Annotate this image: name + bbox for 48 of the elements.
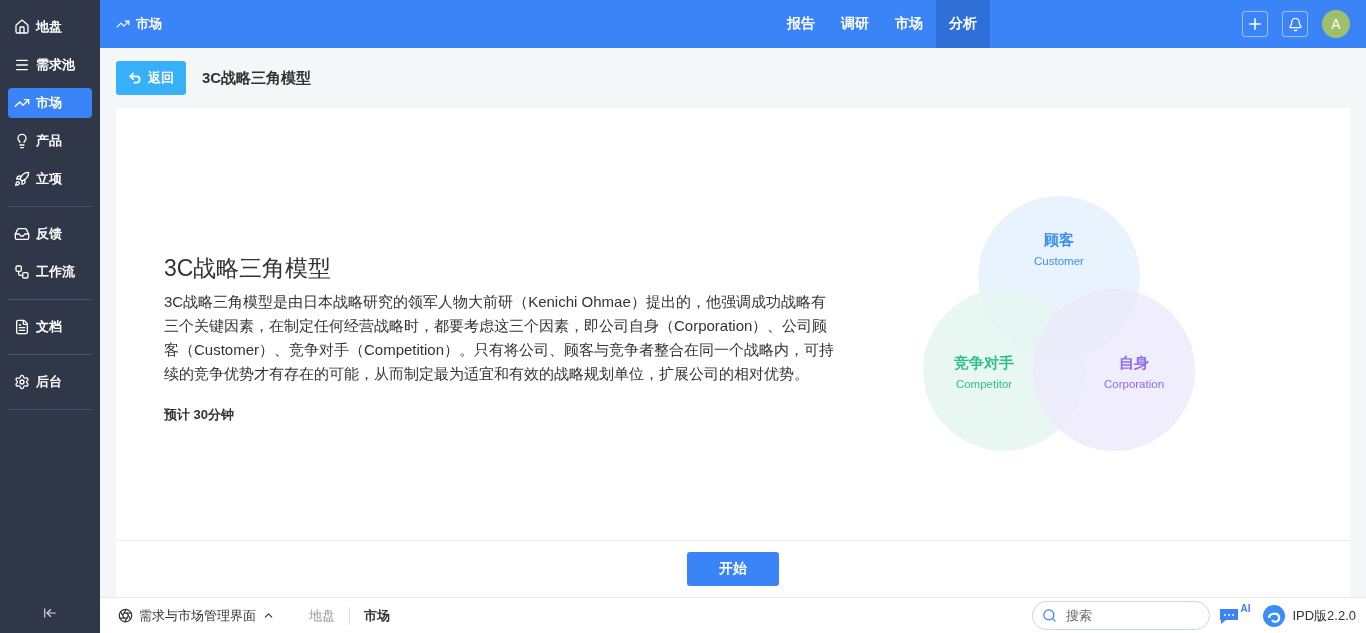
inbox-icon xyxy=(14,226,30,242)
venn-label: 自身 xyxy=(1119,354,1149,371)
nav-tab[interactable]: 分析 xyxy=(936,0,990,48)
logo-icon xyxy=(1262,603,1287,628)
bell-icon xyxy=(1287,16,1303,32)
plus-icon xyxy=(1246,15,1264,33)
sidebar-item[interactable]: 立项 xyxy=(8,164,92,194)
venn-label: 竞争对手 xyxy=(954,354,1014,371)
sidebar-item[interactable]: 文档 xyxy=(8,312,92,342)
venn-label: 顾客 xyxy=(1044,231,1074,248)
settings-icon xyxy=(14,374,30,390)
venn-sublabel: Corporation xyxy=(1103,378,1165,390)
breadcrumb-item[interactable]: 市场 xyxy=(349,606,404,625)
duration-text: 预计 30分钟 xyxy=(164,405,235,424)
search-field[interactable]: 搜索 xyxy=(1032,601,1211,630)
venn-sublabel: Competitor xyxy=(955,378,1013,390)
ai-chat-button[interactable]: AI xyxy=(1218,606,1251,625)
sidebar-item[interactable]: 需求池 xyxy=(8,50,92,80)
model-title: 3C战略三角模型 xyxy=(164,253,332,283)
collapse-icon[interactable] xyxy=(43,606,57,620)
lightbulb-icon xyxy=(14,133,30,149)
sidebar-item[interactable]: 工作流 xyxy=(8,257,92,287)
sidebar-item[interactable]: 地盘 xyxy=(8,12,92,42)
venn-sublabel: Customer xyxy=(1034,255,1084,267)
sidebar-item[interactable]: 产品 xyxy=(8,126,92,156)
sidebar-item[interactable]: 反馈 xyxy=(8,219,92,249)
workflow-icon xyxy=(14,264,30,280)
home-icon xyxy=(14,19,30,35)
workspace-name: 需求与市场管理界面 xyxy=(139,606,256,625)
aperture-icon xyxy=(118,608,133,623)
page-heading: 3C战略三角模型 xyxy=(202,68,312,88)
sidebar-item[interactable]: 市场 xyxy=(8,88,92,118)
nav-tab[interactable]: 报告 xyxy=(774,0,828,48)
search-icon xyxy=(1042,608,1058,623)
nav-tab[interactable]: 市场 xyxy=(882,0,936,48)
back-arrow-icon xyxy=(128,71,142,85)
page-title: 市场 xyxy=(136,15,162,33)
rocket-icon xyxy=(14,171,30,187)
version-text: IPD版2.2.0 xyxy=(1292,606,1356,625)
nav-tab[interactable]: 调研 xyxy=(828,0,882,48)
workspace-switcher[interactable]: 需求与市场管理界面 xyxy=(118,606,295,625)
notification-button[interactable] xyxy=(1282,11,1308,37)
sidebar-item[interactable]: 后台 xyxy=(8,367,92,397)
add-button[interactable] xyxy=(1242,11,1268,37)
model-description: 3C战略三角模型是由日本战略研究的领军人物大前研（Kenichi Ohmae）提出的，他强调成功战略有三个关键因素，在制定任何经营战略时，都要考虑这三个因素，即公司自身（Corporation）、公司顾客（Customer）、竞争对手（Competition）。只有将公司、顾客与竞争者整合在同一个战略内，可持续的竞争优势才有存在的可能，从而制定最为适宜和有效的战略规划单位，扩展公司的相对优势。 xyxy=(164,291,836,384)
document-icon xyxy=(14,319,30,335)
menu-icon xyxy=(14,57,30,73)
start-button[interactable]: 开始 xyxy=(687,552,779,586)
